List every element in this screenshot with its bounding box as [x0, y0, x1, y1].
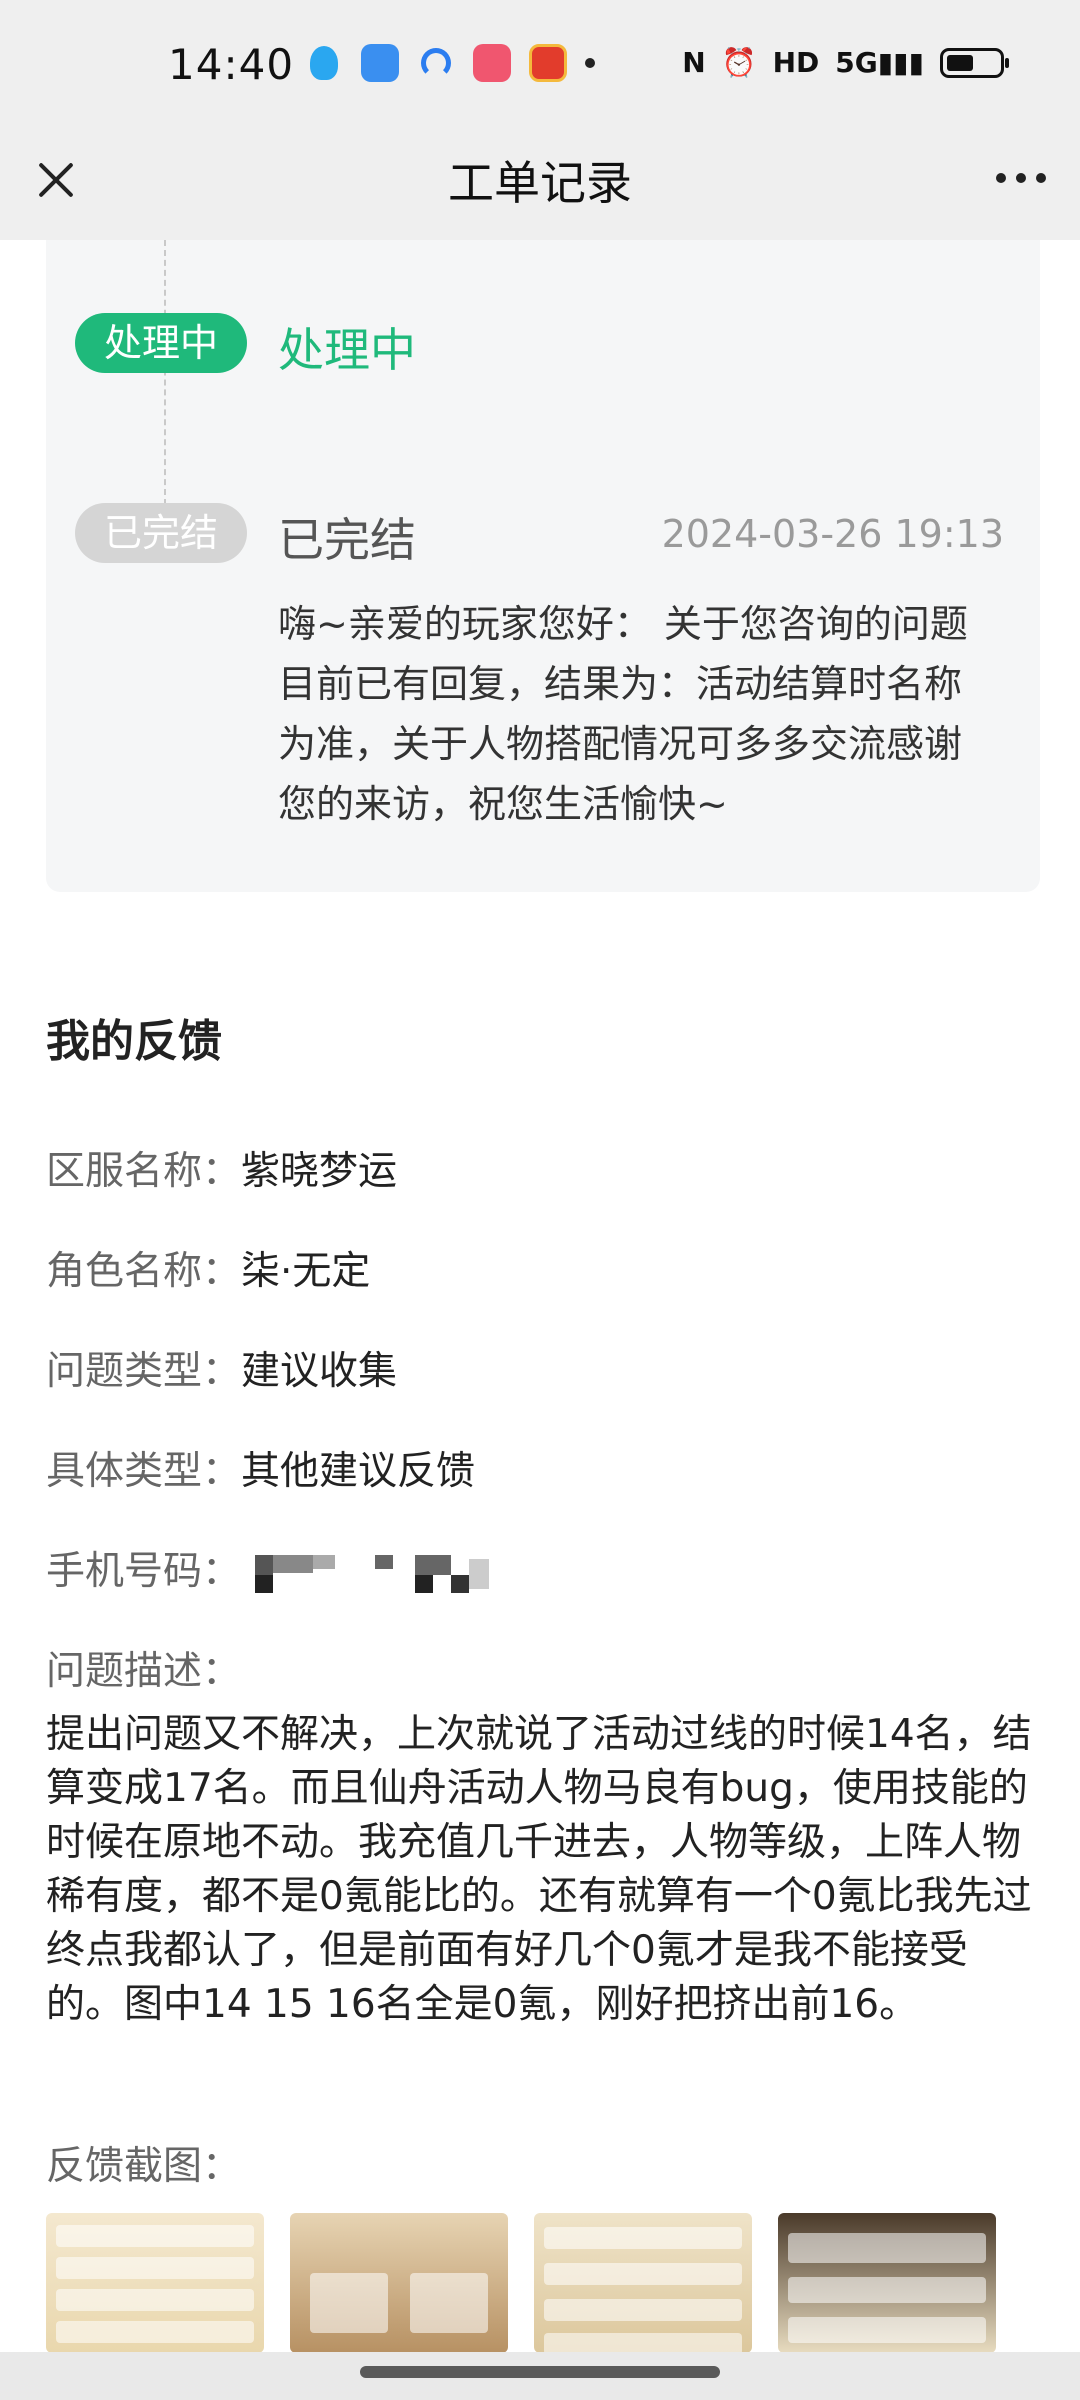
screenshot-thumbnail[interactable]	[534, 2213, 752, 2353]
home-indicator[interactable]	[360, 2366, 720, 2378]
field-phone: 手机号码：	[46, 1540, 515, 1597]
alarm-icon: ⏰	[721, 46, 757, 79]
ticket-timeline-card: 处理中 处理中 已完结 已完结 2024-03-26 19:13 嗨~亲爱的玩家…	[46, 240, 1040, 892]
field-server: 区服名称：紫晓梦运	[46, 1140, 397, 1196]
description-text: 提出问题又不解决，上次就说了活动过线的时候14名，结算变成17名。而且仙舟活动人…	[46, 1712, 1032, 2027]
signal-5g-label: 5G	[835, 46, 878, 79]
screenshot-thumbnail[interactable]	[46, 2213, 264, 2353]
field-label: 区服名称：	[46, 1149, 242, 1194]
field-character: 角色名称：柒·无定	[46, 1240, 370, 1296]
section-title-feedback: 我的反馈	[46, 1016, 222, 1067]
hd-icon: HD	[772, 46, 820, 79]
redacted-phone-number	[255, 1551, 515, 1597]
screenshot-thumbnails	[46, 2213, 996, 2353]
field-value: 柒·无定	[241, 1249, 371, 1294]
page-title: 工单记录	[448, 156, 632, 210]
bilibili-icon	[473, 44, 511, 82]
field-label: 手机号码：	[46, 1549, 242, 1594]
status-badge-processing: 处理中	[75, 313, 247, 373]
reply-message: 嗨~亲爱的玩家您好： 关于您咨询的问题目前已有回复，结果为：活动结算时名称为准，…	[278, 602, 968, 826]
qq-icon	[305, 44, 343, 82]
step-title-completed: 已完结	[278, 513, 416, 567]
field-value: 其他建议反馈	[241, 1449, 476, 1494]
status-badge-completed: 已完结	[75, 503, 247, 563]
system-icons: N ⏰ HD 5G▮▮▮	[682, 46, 1009, 79]
status-bar: 14:40 N ⏰ HD 5G▮▮▮	[0, 0, 1080, 135]
arc-app-icon	[417, 44, 455, 82]
game-app-icon	[529, 44, 567, 82]
field-value: 建议收集	[241, 1349, 398, 1394]
more-options-icon[interactable]	[996, 173, 1046, 183]
field-label: 角色名称：	[46, 1249, 242, 1294]
more-notifications-dot	[585, 58, 595, 68]
signal-5g-icon: 5G▮▮▮	[835, 46, 924, 79]
battery-icon	[940, 47, 1009, 78]
screenshots-label: 反馈截图：	[46, 2144, 242, 2189]
step-timestamp: 2024-03-26 19:13	[661, 512, 1004, 556]
screenshot-thumbnail[interactable]	[778, 2213, 996, 2353]
notification-icons	[305, 44, 595, 82]
blue-app-icon	[361, 44, 399, 82]
title-bar: 工单记录	[0, 135, 1080, 240]
field-specific-type: 具体类型：其他建议反馈	[46, 1440, 475, 1496]
nfc-icon: N	[682, 46, 706, 79]
status-time: 14:40	[168, 40, 295, 89]
field-label: 具体类型：	[46, 1449, 242, 1494]
field-value: 紫晓梦运	[241, 1149, 398, 1194]
step-title-processing: 处理中	[278, 323, 416, 377]
field-label: 问题类型：	[46, 1349, 242, 1394]
field-issue-type: 问题类型：建议收集	[46, 1340, 397, 1396]
description-label: 问题描述：	[46, 1649, 242, 1694]
screenshot-thumbnail[interactable]	[290, 2213, 508, 2353]
